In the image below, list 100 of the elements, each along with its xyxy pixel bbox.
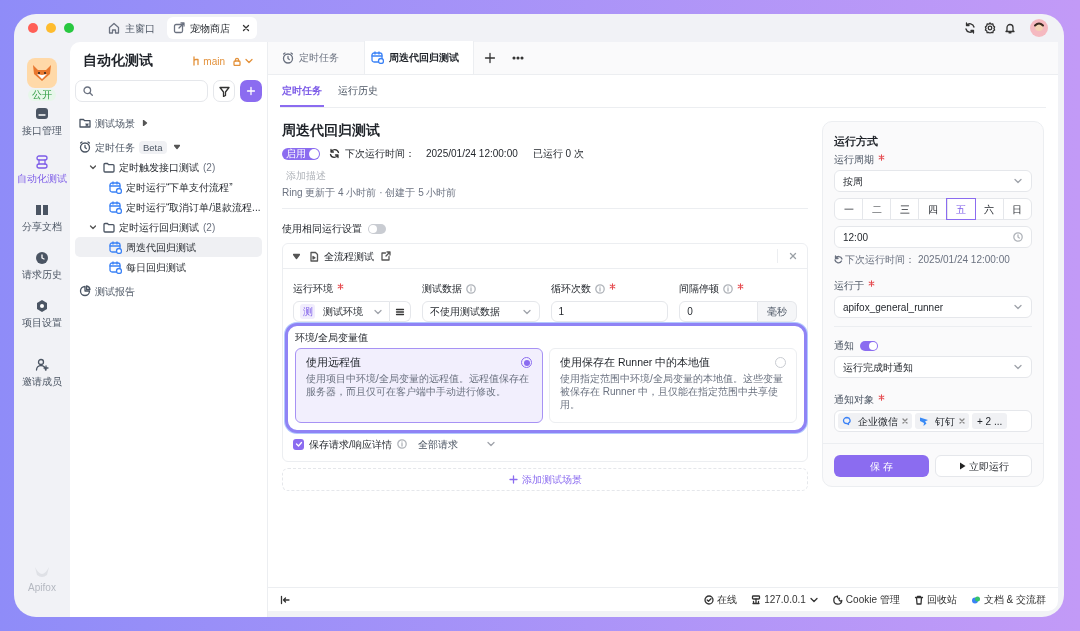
description-field[interactable]: 添加描述 xyxy=(282,167,482,183)
tree-item[interactable]: 定时任务 Beta xyxy=(75,137,262,157)
panel-title: 运行方式 xyxy=(834,134,879,149)
tree-item[interactable]: 定时运行“取消订单/退款流程... xyxy=(75,197,262,217)
beta-badge: Beta xyxy=(139,140,167,154)
chevron-down-icon[interactable] xyxy=(89,163,97,171)
option-card[interactable]: 使用保存在 Runner 中的本地值 使用指定范围中环境/全局变量的本地值。这些变量被保存在 Runner 中，且仅能在指定范围中共享使用。 xyxy=(549,348,797,423)
sidebar-title: 自动化测试 xyxy=(83,51,154,70)
calendar-icon xyxy=(109,240,122,254)
weekday-toggle[interactable]: 三 xyxy=(890,199,919,219)
add-button[interactable] xyxy=(240,80,262,102)
api-icon xyxy=(34,106,50,122)
check-circle-icon xyxy=(704,594,715,605)
nav-item[interactable]: 自动化测试 xyxy=(15,154,69,185)
sub-tab[interactable]: 定时任务 xyxy=(280,75,324,107)
home-icon xyxy=(108,22,120,34)
status-bar-item[interactable]: 回收站 xyxy=(913,592,957,607)
pipeline-icon xyxy=(34,154,50,170)
chevron-down-icon xyxy=(244,56,254,66)
weekday-toggle[interactable]: 二 xyxy=(862,199,891,219)
avatar-icon[interactable] xyxy=(1030,19,1048,37)
brand-logo-text: Apifox xyxy=(28,581,56,595)
save-button[interactable]: 保 存 xyxy=(834,455,929,477)
external-link-icon[interactable] xyxy=(381,251,391,261)
tree-item[interactable]: 定时运行“下单支付流程” xyxy=(75,177,262,197)
info-icon xyxy=(396,439,407,449)
editor-tab[interactable]: 周迭代回归测试 xyxy=(364,41,474,74)
weekday-toggle[interactable]: 四 xyxy=(918,199,947,219)
editor-tab[interactable]: 定时任务 xyxy=(276,41,364,74)
item-count: (2) xyxy=(203,160,216,175)
run-now-button[interactable]: 立即运行 xyxy=(935,455,1032,477)
window-tab[interactable]: 宠物商店 xyxy=(167,17,257,39)
calendar-icon xyxy=(109,200,122,214)
next-run-time: 2025/01/24 12:00:00 xyxy=(918,253,1010,267)
tree-item[interactable]: 测试报告 xyxy=(75,281,262,301)
public-badge: 公开 xyxy=(28,89,56,101)
project-logo[interactable] xyxy=(27,58,57,88)
calendar-icon xyxy=(371,51,384,64)
nav-item[interactable]: 项目设置 xyxy=(20,298,64,329)
chevron-down-icon xyxy=(1013,176,1023,186)
field-label: 间隔停顿 xyxy=(679,282,720,296)
tree-item[interactable]: 定时触发接口测试 (2) xyxy=(75,157,262,177)
checkbox[interactable] xyxy=(293,438,304,450)
plus-icon[interactable] xyxy=(484,52,496,64)
toggle-switch[interactable] xyxy=(368,223,386,234)
window-tab[interactable]: 主窗口 xyxy=(102,17,161,39)
lock-icon xyxy=(233,56,241,66)
tag: 钉钉 xyxy=(915,413,969,429)
traffic-lights xyxy=(28,23,74,33)
pie-chart-icon xyxy=(79,285,91,297)
time-field[interactable]: 12:00 xyxy=(834,226,1032,248)
play-icon xyxy=(958,462,966,470)
field-label: 运行周期 xyxy=(834,153,874,167)
task-title: 周迭代回归测试 xyxy=(282,122,381,140)
search-field[interactable] xyxy=(75,80,208,102)
task-meta: Ring 更新于 4 小时前 · 创建于 5 小时前 xyxy=(282,186,458,200)
server-icon xyxy=(751,594,762,605)
status-bar-item[interactable]: 127.0.0.1 xyxy=(751,592,819,607)
notify-select[interactable]: 运行完成时通知 xyxy=(834,356,1032,378)
option-description: 使用项目中环境/全局变量的远程值。远程值保存在服务器，而且仅可在客户端中手动进行修改。 xyxy=(306,371,530,398)
fox-icon xyxy=(31,63,53,83)
next-run-label: 下次运行时间： xyxy=(845,253,915,267)
refresh-icon[interactable] xyxy=(964,22,976,34)
status-bar-item[interactable]: Cookie 管理 xyxy=(832,592,900,607)
next-run-time: 2025/01/24 12:00:00 xyxy=(426,147,518,161)
runner-select[interactable]: apifox_general_runner xyxy=(834,296,1032,318)
clock-icon xyxy=(1013,232,1023,242)
status-toggle[interactable]: 启用 xyxy=(282,147,320,160)
tree-item[interactable]: 测试场景 xyxy=(75,113,262,133)
tree-item[interactable]: 周迭代回归测试 xyxy=(75,237,262,257)
weekday-toggle[interactable]: 六 xyxy=(974,199,1003,219)
settings-icon[interactable] xyxy=(984,22,996,34)
clock-icon xyxy=(34,250,50,266)
filter-button[interactable] xyxy=(213,80,235,102)
nav-item[interactable]: 分享文档 xyxy=(20,202,64,233)
weekday-toggle[interactable]: 五 xyxy=(946,199,975,219)
weekday-toggle[interactable]: 一 xyxy=(835,199,863,219)
folder-icon xyxy=(79,117,91,129)
bell-icon[interactable] xyxy=(1004,22,1016,34)
status-bar-item[interactable]: 文档 & 交流群 xyxy=(970,592,1046,607)
chevron-down-icon[interactable] xyxy=(89,223,97,231)
period-select[interactable]: 按周 xyxy=(834,170,1032,192)
add-scenario-button[interactable]: 添加测试场景 xyxy=(282,468,808,491)
nav-item[interactable]: 接口管理 xyxy=(20,106,64,137)
field-label: 运行环境 xyxy=(293,282,333,296)
nav-item[interactable]: 请求历史 xyxy=(20,250,64,281)
weekday-toggle[interactable]: 日 xyxy=(1002,199,1031,219)
sub-tab[interactable]: 运行历史 xyxy=(336,75,380,107)
option-card[interactable]: 使用远程值 使用项目中环境/全局变量的远程值。远程值保存在服务器，而且仅可在客户端中手动进行修改。 xyxy=(295,348,543,423)
collapse-sidebar-icon[interactable] xyxy=(280,594,290,605)
alarm-clock-icon xyxy=(282,51,294,64)
toggle-switch[interactable] xyxy=(860,340,878,351)
request-select[interactable]: 全部请求 xyxy=(417,436,496,452)
tree-item[interactable]: 每日回归测试 xyxy=(75,257,262,277)
status-bar-item[interactable]: 在线 xyxy=(704,592,738,607)
external-link-icon xyxy=(173,22,185,34)
tree-item[interactable]: 定时运行回归测试 (2) xyxy=(75,217,262,237)
caret-down-icon[interactable] xyxy=(293,252,300,260)
nav-item[interactable]: 邀请成员 xyxy=(20,357,64,388)
close-icon[interactable] xyxy=(241,23,251,33)
